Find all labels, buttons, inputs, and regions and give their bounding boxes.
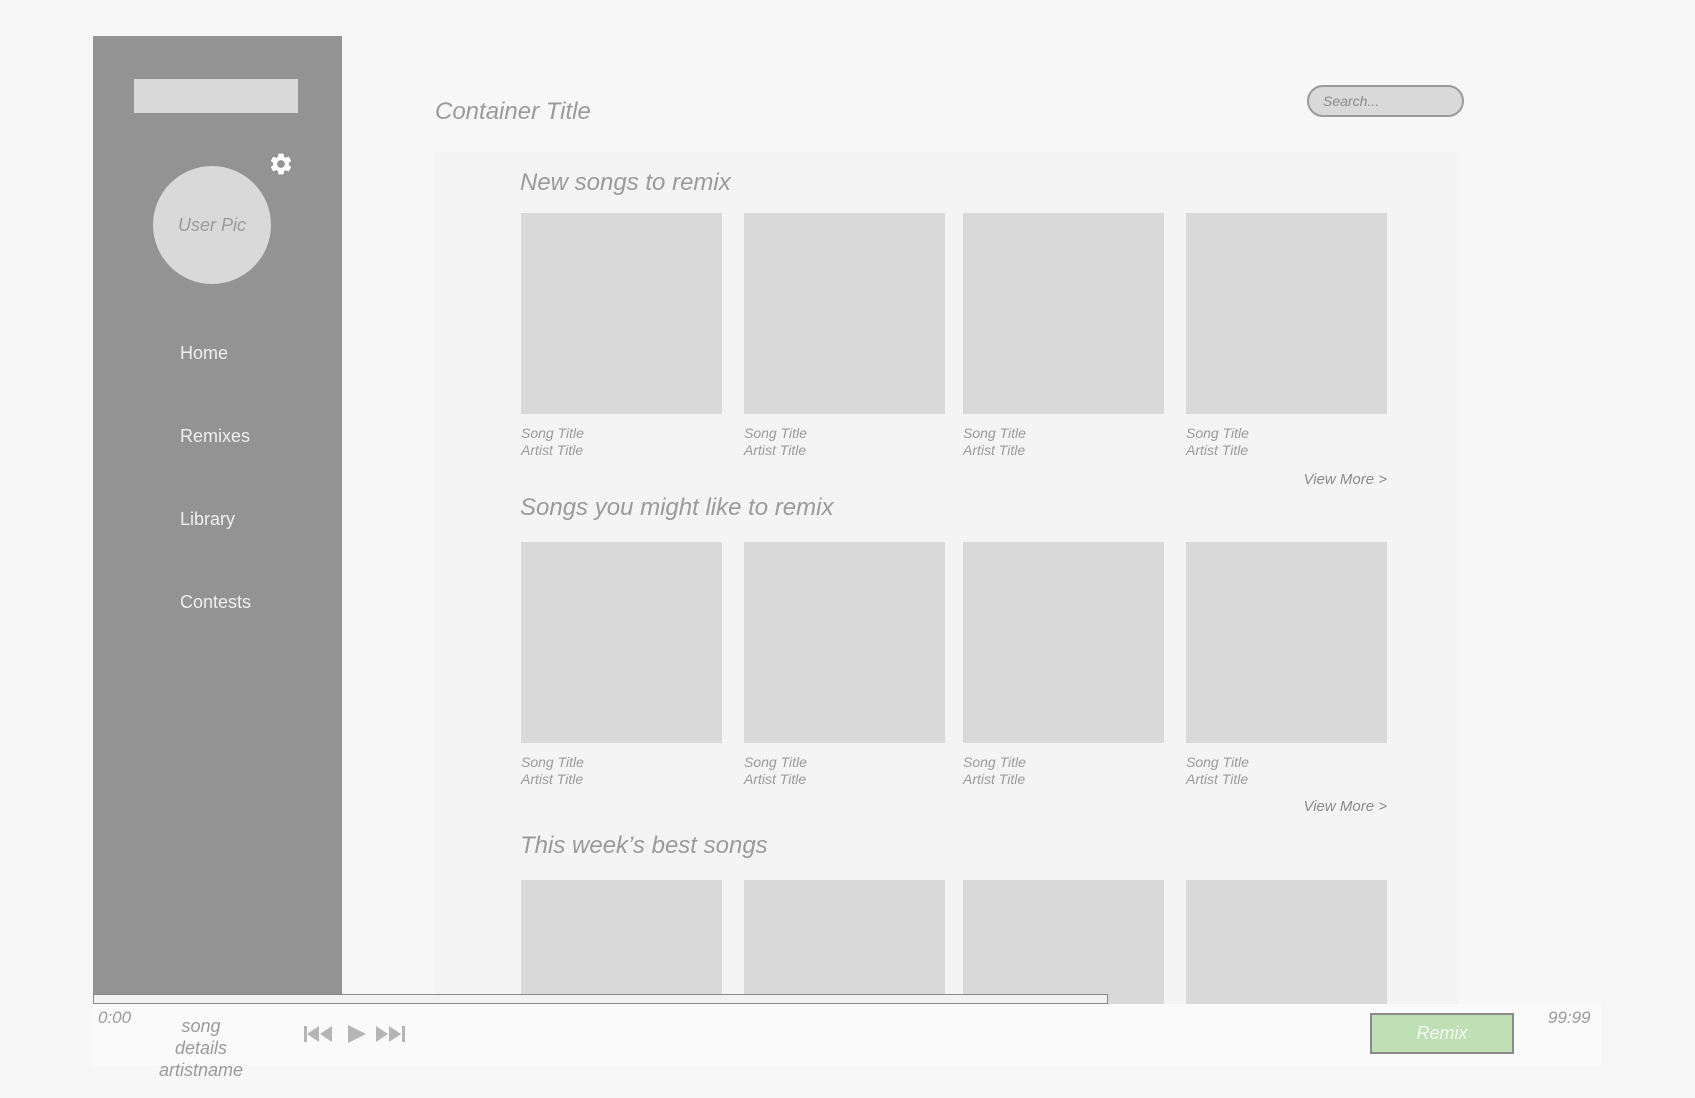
album-art[interactable] — [521, 542, 722, 743]
section-songs-you-might-like: Songs you might like to remix Song Title… — [520, 494, 1400, 824]
album-art[interactable] — [521, 880, 722, 1004]
song-card[interactable] — [1186, 880, 1387, 1004]
song-card[interactable]: Song Title Artist Title — [1186, 213, 1387, 459]
content-panel: New songs to remix Song Title Artist Tit… — [435, 152, 1458, 1004]
sidebar-item-library[interactable]: Library — [180, 509, 235, 530]
song-title: Song Title — [521, 754, 584, 770]
song-title: Song Title — [1186, 754, 1249, 770]
album-art[interactable] — [963, 213, 1164, 414]
song-card[interactable]: Song Title Artist Title — [963, 542, 1164, 788]
page-title: Container Title — [435, 98, 591, 125]
artist-title: Artist Title — [1186, 442, 1249, 458]
artist-title: Artist Title — [963, 771, 1026, 787]
now-playing: song details artistname — [153, 1015, 249, 1081]
sidebar: User Pic Home Remixes Library Contests — [93, 36, 342, 994]
section-weeks-best: This week’s best songs — [520, 832, 1400, 1004]
section-new-songs: New songs to remix Song Title Artist Tit… — [520, 169, 1400, 489]
section-title: This week’s best songs — [520, 832, 768, 859]
album-art[interactable] — [1186, 542, 1387, 743]
player-bar: 0:00 song details artistname Remix 99:99 — [93, 1004, 1601, 1080]
song-card[interactable]: Song Title Artist Title — [521, 213, 722, 459]
song-card[interactable]: Song Title Artist Title — [744, 542, 945, 788]
play-icon[interactable] — [347, 1024, 367, 1044]
sidebar-item-contests[interactable]: Contests — [180, 592, 251, 613]
album-art[interactable] — [521, 213, 722, 414]
sidebar-item-home[interactable]: Home — [180, 343, 228, 364]
album-art[interactable] — [1186, 880, 1387, 1004]
section-title: Songs you might like to remix — [520, 494, 834, 521]
avatar[interactable]: User Pic — [153, 166, 271, 284]
gear-icon[interactable] — [268, 151, 294, 177]
artist-title: Artist Title — [744, 771, 807, 787]
album-art[interactable] — [1186, 213, 1387, 414]
end-time: 99:99 — [1548, 1008, 1591, 1027]
artist-title: Artist Title — [521, 442, 584, 458]
artist-name: artistname — [158, 1060, 244, 1080]
current-time: 0:00 — [98, 1008, 132, 1027]
song-title: Song Title — [963, 425, 1026, 441]
view-more-link[interactable]: View More > — [1303, 798, 1387, 815]
album-art[interactable] — [744, 880, 945, 1004]
remix-button[interactable]: Remix — [1370, 1013, 1514, 1054]
avatar-label: User Pic — [177, 214, 246, 235]
album-art[interactable] — [744, 213, 945, 414]
artist-title: Artist Title — [521, 771, 584, 787]
album-art[interactable] — [963, 880, 1164, 1004]
artist-title: Artist Title — [963, 442, 1026, 458]
song-title: Song Title — [521, 425, 584, 441]
skip-back-icon[interactable] — [304, 1025, 334, 1043]
progress-bar[interactable] — [93, 994, 1108, 1004]
artist-title: Artist Title — [744, 442, 807, 458]
skip-forward-icon[interactable] — [375, 1025, 405, 1043]
song-details: song details — [174, 1016, 228, 1058]
search-input[interactable] — [1307, 85, 1464, 117]
section-title: New songs to remix — [520, 169, 731, 196]
song-title: Song Title — [963, 754, 1026, 770]
song-card[interactable] — [744, 880, 945, 1004]
view-more-link[interactable]: View More > — [1303, 471, 1387, 488]
logo-placeholder — [134, 79, 298, 113]
album-art[interactable] — [963, 542, 1164, 743]
song-card[interactable]: Song Title Artist Title — [1186, 542, 1387, 788]
song-title: Song Title — [744, 754, 807, 770]
song-title: Song Title — [744, 425, 807, 441]
artist-title: Artist Title — [1186, 771, 1249, 787]
song-card[interactable] — [963, 880, 1164, 1004]
song-card[interactable]: Song Title Artist Title — [521, 542, 722, 788]
sidebar-item-remixes[interactable]: Remixes — [180, 426, 250, 447]
song-title: Song Title — [1186, 425, 1249, 441]
song-card[interactable] — [521, 880, 722, 1004]
song-card[interactable]: Song Title Artist Title — [744, 213, 945, 459]
song-card[interactable]: Song Title Artist Title — [963, 213, 1164, 459]
album-art[interactable] — [744, 542, 945, 743]
